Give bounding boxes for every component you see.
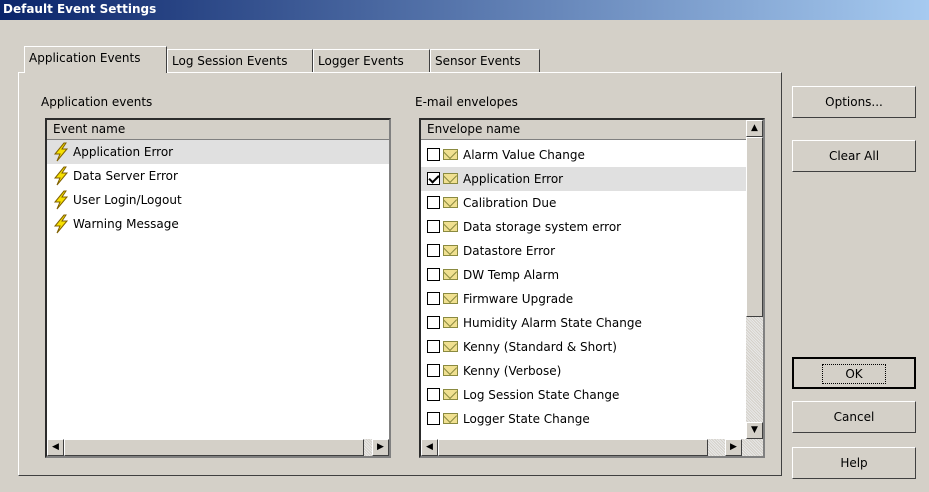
list-item[interactable]: Data Server Error — [47, 164, 389, 188]
envelope-name-label: Datastore Error — [463, 244, 556, 258]
email-envelopes-list[interactable]: Envelope name Alarm Value Change Applicat… — [419, 118, 765, 458]
list-item[interactable]: Calibration Due — [421, 191, 746, 215]
checkbox[interactable] — [427, 340, 440, 353]
envelope-name-label: DW Temp Alarm — [463, 268, 560, 282]
envelope-name-label: Alarm Value Change — [463, 148, 585, 162]
envelope-icon — [443, 221, 458, 232]
tab-application-events[interactable]: Application Events — [24, 46, 167, 73]
scroll-right-icon[interactable]: ▶ — [725, 439, 742, 456]
scroll-thumb[interactable] — [64, 439, 364, 456]
envelope-icon — [443, 341, 458, 352]
envelope-name-label: Application Error — [463, 172, 564, 186]
scroll-right-icon[interactable]: ▶ — [372, 439, 389, 456]
envelope-icon — [443, 245, 458, 256]
list-item[interactable]: Log Session State Change — [421, 383, 746, 407]
checkbox[interactable] — [427, 388, 440, 401]
list-item[interactable]: Application Error — [47, 140, 389, 164]
application-events-list[interactable]: Event name Application Error Data Server … — [45, 118, 391, 458]
envelope-icon — [443, 149, 458, 160]
envelope-icon — [443, 293, 458, 304]
ok-button-label: OK — [822, 364, 886, 384]
envelope-icon — [443, 365, 458, 376]
checkbox[interactable] — [427, 316, 440, 329]
list-item[interactable]: Kenny (Verbose) — [421, 359, 746, 383]
list-item[interactable]: Data storage system error — [421, 215, 746, 239]
event-name-column-header[interactable]: Event name — [47, 120, 389, 140]
ok-button[interactable]: OK — [792, 357, 916, 389]
list-item[interactable]: Kenny (Standard & Short) — [421, 335, 746, 359]
tab-log-session-events[interactable]: Log Session Events — [167, 49, 313, 72]
envelope-icon — [443, 413, 458, 424]
list-item[interactable]: Alarm Value Change — [421, 143, 746, 167]
checkbox[interactable] — [427, 412, 440, 425]
checkbox[interactable] — [427, 196, 440, 209]
envelope-name-column-header[interactable]: Envelope name — [421, 120, 746, 140]
title-bar: Default Event Settings — [0, 0, 929, 20]
horizontal-scrollbar[interactable]: ◀ ▶ — [47, 439, 389, 456]
envelope-name-label: Logger State Change — [463, 412, 590, 426]
checkbox[interactable] — [427, 172, 440, 185]
list-item[interactable]: Datastore Error — [421, 239, 746, 263]
envelope-icon — [443, 389, 458, 400]
envelope-icon — [443, 317, 458, 328]
scroll-thumb[interactable] — [438, 439, 708, 456]
tab-logger-events[interactable]: Logger Events — [313, 49, 430, 72]
scroll-thumb[interactable] — [746, 137, 763, 317]
checkbox[interactable] — [427, 148, 440, 161]
checkbox[interactable] — [427, 268, 440, 281]
cancel-button[interactable]: Cancel — [792, 401, 916, 433]
horizontal-scrollbar[interactable]: ◀ ▶ — [421, 439, 763, 456]
scroll-left-icon[interactable]: ◀ — [47, 439, 64, 456]
vertical-scrollbar[interactable]: ▲ ▼ — [746, 120, 763, 439]
checkbox[interactable] — [427, 220, 440, 233]
list-item[interactable]: Application Error — [421, 167, 746, 191]
event-name-label: Application Error — [73, 145, 174, 159]
envelope-name-label: Kenny (Verbose) — [463, 364, 562, 378]
event-name-label: Data Server Error — [73, 169, 178, 183]
checkbox[interactable] — [427, 292, 440, 305]
tab-panel: Application events Event name Applicatio… — [18, 72, 782, 476]
event-name-label: User Login/Logout — [73, 193, 182, 207]
list-item[interactable]: Firmware Upgrade — [421, 287, 746, 311]
envelope-name-label: Calibration Due — [463, 196, 557, 210]
tab-sensor-events[interactable]: Sensor Events — [430, 49, 540, 72]
lightning-icon — [53, 166, 69, 186]
envelope-name-label: Kenny (Standard & Short) — [463, 340, 617, 354]
envelope-icon — [443, 269, 458, 280]
scroll-down-icon[interactable]: ▼ — [746, 422, 763, 439]
list-item[interactable]: Humidity Alarm State Change — [421, 311, 746, 335]
list-item[interactable]: DW Temp Alarm — [421, 263, 746, 287]
envelope-name-label: Humidity Alarm State Change — [463, 316, 642, 330]
email-envelopes-label: E-mail envelopes — [415, 95, 518, 109]
event-name-label: Warning Message — [73, 217, 179, 231]
envelope-name-label: Data storage system error — [463, 220, 622, 234]
options-button[interactable]: Options... — [792, 86, 916, 118]
envelope-name-label: Log Session State Change — [463, 388, 620, 402]
envelope-icon — [443, 173, 458, 184]
envelope-name-label: Firmware Upgrade — [463, 292, 574, 306]
lightning-icon — [53, 190, 69, 210]
lightning-icon — [53, 214, 69, 234]
list-item[interactable]: Warning Message — [47, 212, 389, 236]
list-item[interactable]: User Login/Logout — [47, 188, 389, 212]
checkbox[interactable] — [427, 244, 440, 257]
lightning-icon — [53, 142, 69, 162]
envelope-icon — [443, 197, 458, 208]
scroll-left-icon[interactable]: ◀ — [421, 439, 438, 456]
help-button[interactable]: Help — [792, 447, 916, 479]
checkbox[interactable] — [427, 364, 440, 377]
list-item[interactable]: Logger State Change — [421, 407, 746, 431]
scroll-up-icon[interactable]: ▲ — [746, 120, 763, 137]
application-events-label: Application events — [41, 95, 153, 109]
clear-all-button[interactable]: Clear All — [792, 140, 916, 172]
window-title: Default Event Settings — [3, 2, 157, 16]
